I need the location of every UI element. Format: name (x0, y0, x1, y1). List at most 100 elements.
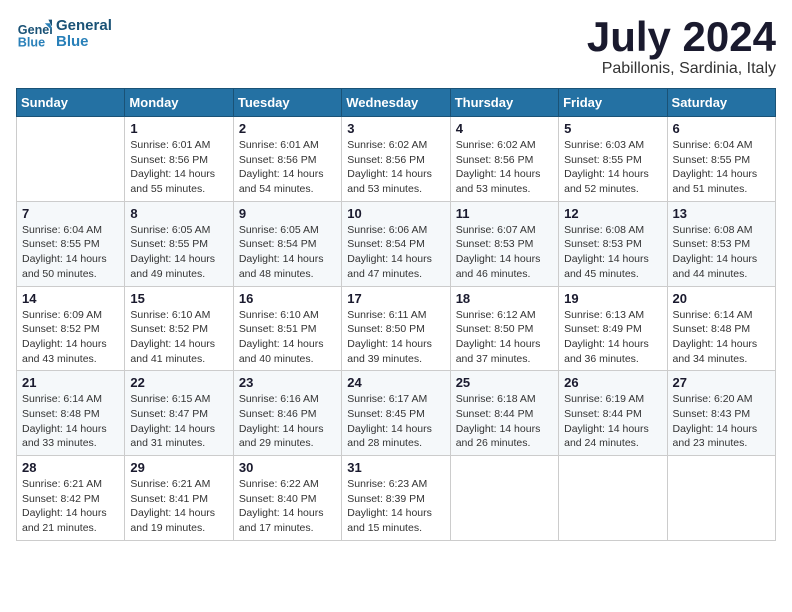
calendar-cell: 10 Sunrise: 6:06 AMSunset: 8:54 PMDayligh… (342, 201, 450, 286)
calendar-cell (559, 456, 667, 541)
calendar-cell: 21Sunrise: 6:14 AMSunset: 8:48 PMDayligh… (17, 371, 125, 456)
calendar-cell: 5 Sunrise: 6:03 AMSunset: 8:55 PMDaylight… (559, 117, 667, 202)
calendar-cell: 22 Sunrise: 6:15 AMSunset: 8:47 PMDayligh… (125, 371, 233, 456)
calendar-cell: 24 Sunrise: 6:17 AMSunset: 8:45 PMDayligh… (342, 371, 450, 456)
calendar-cell (17, 117, 125, 202)
day-info: Sunrise: 6:08 AMSunset: 8:53 PMDaylight:… (564, 223, 661, 282)
day-info: Sunrise: 6:21 AMSunset: 8:42 PMDaylight:… (22, 477, 119, 536)
day-info: Sunrise: 6:12 AMSunset: 8:50 PMDaylight:… (456, 308, 553, 367)
day-number: 15 (130, 291, 227, 306)
day-number: 25 (456, 375, 553, 390)
calendar-cell: 17 Sunrise: 6:11 AMSunset: 8:50 PMDayligh… (342, 286, 450, 371)
calendar-cell: 27 Sunrise: 6:20 AMSunset: 8:43 PMDayligh… (667, 371, 775, 456)
day-info: Sunrise: 6:08 AMSunset: 8:53 PMDaylight:… (673, 223, 770, 282)
day-number: 26 (564, 375, 661, 390)
calendar-cell: 8Sunrise: 6:05 AMSunset: 8:55 PMDaylight… (125, 201, 233, 286)
day-info: Sunrise: 6:02 AMSunset: 8:56 PMDaylight:… (456, 138, 553, 197)
calendar-cell: 9 Sunrise: 6:05 AMSunset: 8:54 PMDaylight… (233, 201, 341, 286)
weekday-header-thursday: Thursday (450, 89, 558, 117)
svg-text:Blue: Blue (18, 36, 45, 50)
weekday-header-wednesday: Wednesday (342, 89, 450, 117)
title-block: July 2024 Pabillonis, Sardinia, Italy (587, 16, 776, 78)
day-info: Sunrise: 6:22 AMSunset: 8:40 PMDaylight:… (239, 477, 336, 536)
day-number: 4 (456, 121, 553, 136)
page-header: General Blue General Blue July 2024 Pabi… (16, 16, 776, 78)
day-info: Sunrise: 6:19 AMSunset: 8:44 PMDaylight:… (564, 392, 661, 451)
calendar-title: July 2024 (587, 16, 776, 58)
calendar-cell: 18 Sunrise: 6:12 AMSunset: 8:50 PMDayligh… (450, 286, 558, 371)
day-info: Sunrise: 6:05 AMSunset: 8:54 PMDaylight:… (239, 223, 336, 282)
day-info: Sunrise: 6:10 AMSunset: 8:51 PMDaylight:… (239, 308, 336, 367)
day-number: 9 (239, 206, 336, 221)
day-info: Sunrise: 6:04 AMSunset: 8:55 PMDaylight:… (673, 138, 770, 197)
day-info: Sunrise: 6:01 AMSunset: 8:56 PMDaylight:… (239, 138, 336, 197)
logo-line2: Blue (56, 34, 112, 51)
day-info: Sunrise: 6:07 AMSunset: 8:53 PMDaylight:… (456, 223, 553, 282)
day-info: Sunrise: 6:13 AMSunset: 8:49 PMDaylight:… (564, 308, 661, 367)
day-number: 11 (456, 206, 553, 221)
day-info: Sunrise: 6:11 AMSunset: 8:50 PMDaylight:… (347, 308, 444, 367)
calendar-cell: 13 Sunrise: 6:08 AMSunset: 8:53 PMDayligh… (667, 201, 775, 286)
day-number: 17 (347, 291, 444, 306)
day-number: 31 (347, 460, 444, 475)
weekday-header-friday: Friday (559, 89, 667, 117)
day-info: Sunrise: 6:04 AMSunset: 8:55 PMDaylight:… (22, 223, 119, 282)
calendar-week-1: 1 Sunrise: 6:01 AMSunset: 8:56 PMDaylight… (17, 117, 776, 202)
calendar-week-4: 21Sunrise: 6:14 AMSunset: 8:48 PMDayligh… (17, 371, 776, 456)
calendar-cell: 26 Sunrise: 6:19 AMSunset: 8:44 PMDayligh… (559, 371, 667, 456)
calendar-cell: 6 Sunrise: 6:04 AMSunset: 8:55 PMDaylight… (667, 117, 775, 202)
calendar-cell: 14Sunrise: 6:09 AMSunset: 8:52 PMDayligh… (17, 286, 125, 371)
day-number: 8 (130, 206, 227, 221)
weekday-header-monday: Monday (125, 89, 233, 117)
calendar-cell: 15 Sunrise: 6:10 AMSunset: 8:52 PMDayligh… (125, 286, 233, 371)
day-info: Sunrise: 6:06 AMSunset: 8:54 PMDaylight:… (347, 223, 444, 282)
calendar-cell: 29Sunrise: 6:21 AMSunset: 8:41 PMDayligh… (125, 456, 233, 541)
day-info: Sunrise: 6:17 AMSunset: 8:45 PMDaylight:… (347, 392, 444, 451)
calendar-cell (450, 456, 558, 541)
calendar-cell: 11 Sunrise: 6:07 AMSunset: 8:53 PMDayligh… (450, 201, 558, 286)
day-info: Sunrise: 6:23 AMSunset: 8:39 PMDaylight:… (347, 477, 444, 536)
day-number: 30 (239, 460, 336, 475)
day-info: Sunrise: 6:20 AMSunset: 8:43 PMDaylight:… (673, 392, 770, 451)
day-number: 3 (347, 121, 444, 136)
calendar-cell: 23Sunrise: 6:16 AMSunset: 8:46 PMDayligh… (233, 371, 341, 456)
calendar-week-3: 14Sunrise: 6:09 AMSunset: 8:52 PMDayligh… (17, 286, 776, 371)
weekday-header-tuesday: Tuesday (233, 89, 341, 117)
day-info: Sunrise: 6:10 AMSunset: 8:52 PMDaylight:… (130, 308, 227, 367)
day-number: 16 (239, 291, 336, 306)
calendar-week-2: 7Sunrise: 6:04 AMSunset: 8:55 PMDaylight… (17, 201, 776, 286)
day-number: 18 (456, 291, 553, 306)
calendar-cell: 25 Sunrise: 6:18 AMSunset: 8:44 PMDayligh… (450, 371, 558, 456)
day-number: 5 (564, 121, 661, 136)
day-info: Sunrise: 6:15 AMSunset: 8:47 PMDaylight:… (130, 392, 227, 451)
day-number: 2 (239, 121, 336, 136)
day-number: 14 (22, 291, 119, 306)
day-info: Sunrise: 6:01 AMSunset: 8:56 PMDaylight:… (130, 138, 227, 197)
calendar-week-5: 28Sunrise: 6:21 AMSunset: 8:42 PMDayligh… (17, 456, 776, 541)
day-number: 22 (130, 375, 227, 390)
day-info: Sunrise: 6:03 AMSunset: 8:55 PMDaylight:… (564, 138, 661, 197)
day-info: Sunrise: 6:18 AMSunset: 8:44 PMDaylight:… (456, 392, 553, 451)
day-number: 1 (130, 121, 227, 136)
weekday-header-row: SundayMondayTuesdayWednesdayThursdayFrid… (17, 89, 776, 117)
calendar-cell: 16 Sunrise: 6:10 AMSunset: 8:51 PMDayligh… (233, 286, 341, 371)
calendar-cell: 7Sunrise: 6:04 AMSunset: 8:55 PMDaylight… (17, 201, 125, 286)
day-number: 24 (347, 375, 444, 390)
day-number: 10 (347, 206, 444, 221)
calendar-header: SundayMondayTuesdayWednesdayThursdayFrid… (17, 89, 776, 117)
calendar-cell: 28Sunrise: 6:21 AMSunset: 8:42 PMDayligh… (17, 456, 125, 541)
calendar-subtitle: Pabillonis, Sardinia, Italy (587, 60, 776, 78)
day-info: Sunrise: 6:02 AMSunset: 8:56 PMDaylight:… (347, 138, 444, 197)
day-number: 6 (673, 121, 770, 136)
calendar-cell: 30 Sunrise: 6:22 AMSunset: 8:40 PMDayligh… (233, 456, 341, 541)
calendar-body: 1 Sunrise: 6:01 AMSunset: 8:56 PMDaylight… (17, 117, 776, 541)
day-number: 20 (673, 291, 770, 306)
weekday-header-saturday: Saturday (667, 89, 775, 117)
day-number: 27 (673, 375, 770, 390)
day-number: 13 (673, 206, 770, 221)
calendar-cell (667, 456, 775, 541)
calendar-table: SundayMondayTuesdayWednesdayThursdayFrid… (16, 88, 776, 541)
day-number: 19 (564, 291, 661, 306)
day-info: Sunrise: 6:14 AMSunset: 8:48 PMDaylight:… (673, 308, 770, 367)
calendar-cell: 3 Sunrise: 6:02 AMSunset: 8:56 PMDaylight… (342, 117, 450, 202)
